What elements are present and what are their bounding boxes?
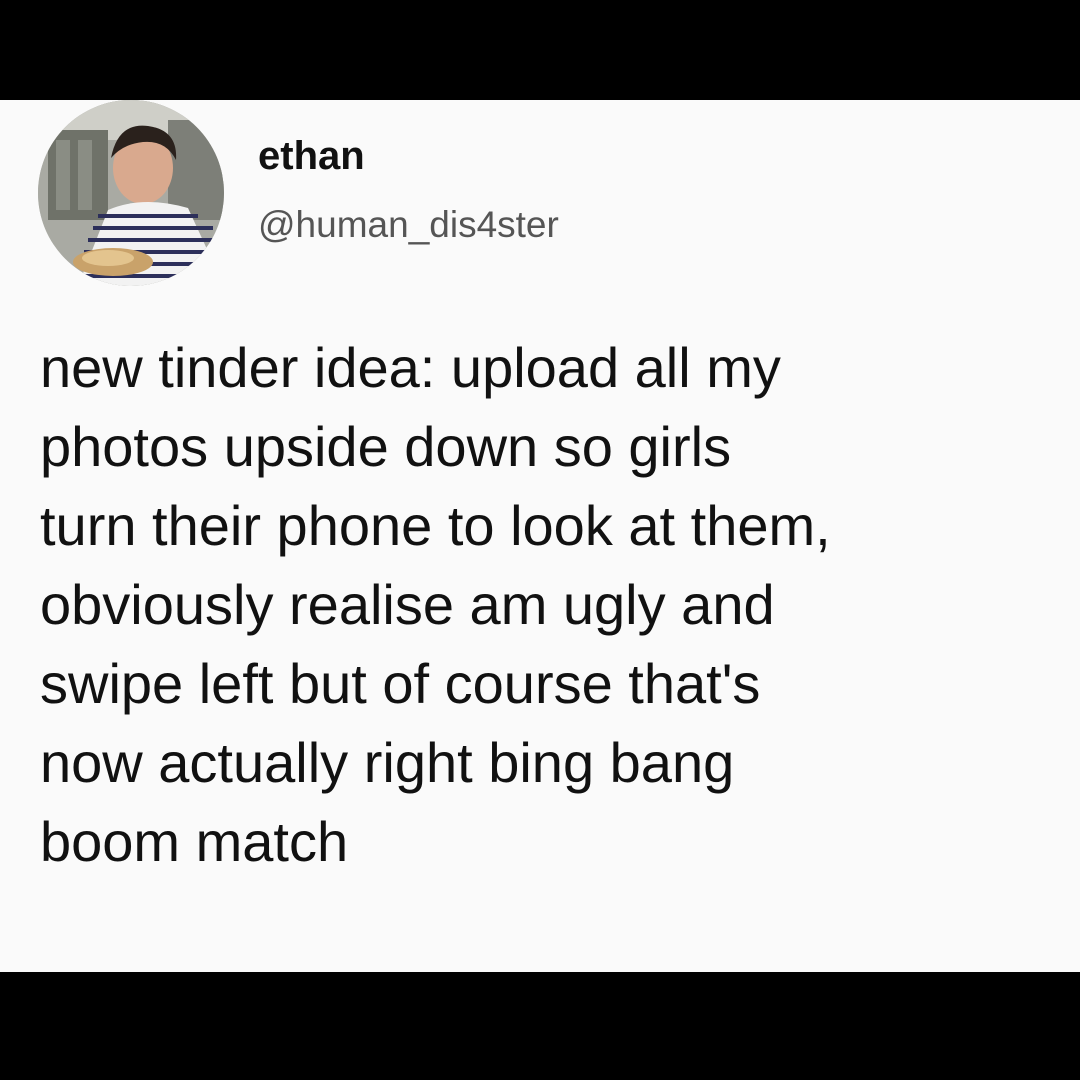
- post-text-line: photos upside down so girls: [40, 415, 732, 478]
- post-card: ethan @human_dis4ster new tinder idea: u…: [0, 100, 1080, 972]
- post-text-line: now actually right bing bang: [40, 731, 735, 794]
- screenshot-frame: ethan @human_dis4ster new tinder idea: u…: [0, 0, 1080, 1080]
- user-handle[interactable]: @human_dis4ster: [258, 204, 559, 246]
- post-text-line: obviously realise am ugly and: [40, 573, 775, 636]
- post-text-line: boom match: [40, 810, 349, 873]
- profile-photo-icon: [38, 100, 224, 286]
- post-text-line: new tinder idea: upload all my: [40, 336, 781, 399]
- display-name[interactable]: ethan: [258, 134, 365, 179]
- post-text-line: turn their phone to look at them,: [40, 494, 831, 557]
- post-text: new tinder idea: upload all my photos up…: [40, 328, 1070, 881]
- post-text-line: swipe left but of course that's: [40, 652, 761, 715]
- avatar[interactable]: [38, 100, 224, 286]
